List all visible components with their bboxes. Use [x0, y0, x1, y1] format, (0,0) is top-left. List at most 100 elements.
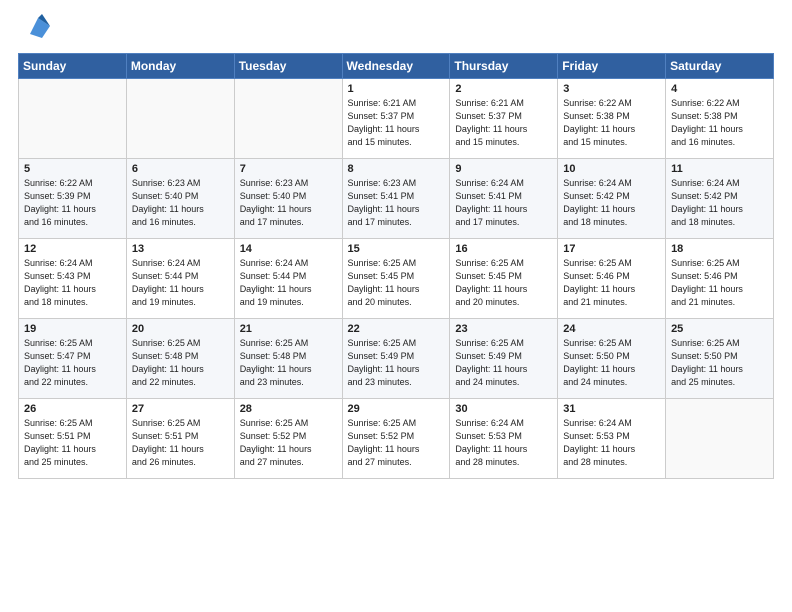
day-number: 3 — [563, 83, 660, 95]
day-number: 22 — [348, 323, 445, 335]
calendar-cell: 27Sunrise: 6:25 AM Sunset: 5:51 PM Dayli… — [126, 399, 234, 479]
day-info: Sunrise: 6:25 AM Sunset: 5:48 PM Dayligh… — [240, 337, 337, 389]
calendar-cell: 13Sunrise: 6:24 AM Sunset: 5:44 PM Dayli… — [126, 239, 234, 319]
day-info: Sunrise: 6:24 AM Sunset: 5:53 PM Dayligh… — [563, 417, 660, 469]
weekday-header-row: SundayMondayTuesdayWednesdayThursdayFrid… — [19, 54, 774, 79]
day-info: Sunrise: 6:23 AM Sunset: 5:41 PM Dayligh… — [348, 177, 445, 229]
day-info: Sunrise: 6:22 AM Sunset: 5:39 PM Dayligh… — [24, 177, 121, 229]
day-number: 20 — [132, 323, 229, 335]
calendar-cell: 12 Sunrise: 6:24 AM Sunset: 5:43 PM Dayli… — [19, 239, 127, 319]
day-number: 23 — [455, 323, 552, 335]
calendar-cell: 3 Sunrise: 6:22 AM Sunset: 5:38 PM Daylig… — [558, 79, 666, 159]
calendar-cell: 18 Sunrise: 6:25 AM Sunset: 5:46 PM Dayli… — [666, 239, 774, 319]
calendar-cell: 29Sunrise: 6:25 AM Sunset: 5:52 PM Dayli… — [342, 399, 450, 479]
weekday-header-tuesday: Tuesday — [234, 54, 342, 79]
day-info: Sunrise: 6:24 AM Sunset: 5:43 PM Dayligh… — [24, 257, 121, 309]
day-info: Sunrise: 6:25 AM Sunset: 5:46 PM Dayligh… — [563, 257, 660, 309]
calendar-cell: 7 Sunrise: 6:23 AM Sunset: 5:40 PM Daylig… — [234, 159, 342, 239]
day-number: 10 — [563, 163, 660, 175]
day-number: 9 — [455, 163, 552, 175]
day-number: 4 — [671, 83, 768, 95]
day-number: 24 — [563, 323, 660, 335]
day-info: Sunrise: 6:25 AM Sunset: 5:50 PM Dayligh… — [563, 337, 660, 389]
calendar-cell — [666, 399, 774, 479]
day-number: 11 — [671, 163, 768, 175]
day-info: Sunrise: 6:25 AM Sunset: 5:46 PM Dayligh… — [671, 257, 768, 309]
day-info: Sunrise: 6:24 AM Sunset: 5:44 PM Dayligh… — [240, 257, 337, 309]
logo — [18, 16, 54, 47]
day-info: Sunrise: 6:25 AM Sunset: 5:45 PM Dayligh… — [455, 257, 552, 309]
day-number: 25 — [671, 323, 768, 335]
day-info: Sunrise: 6:25 AM Sunset: 5:51 PM Dayligh… — [132, 417, 229, 469]
day-number: 7 — [240, 163, 337, 175]
day-number: 12 — [24, 243, 121, 255]
weekday-header-friday: Friday — [558, 54, 666, 79]
day-number: 31 — [563, 403, 660, 415]
calendar-cell: 28Sunrise: 6:25 AM Sunset: 5:52 PM Dayli… — [234, 399, 342, 479]
day-info: Sunrise: 6:21 AM Sunset: 5:37 PM Dayligh… — [348, 97, 445, 149]
day-number: 30 — [455, 403, 552, 415]
calendar-cell: 24 Sunrise: 6:25 AM Sunset: 5:50 PM Dayli… — [558, 319, 666, 399]
day-info: Sunrise: 6:24 AM Sunset: 5:42 PM Dayligh… — [671, 177, 768, 229]
page: SundayMondayTuesdayWednesdayThursdayFrid… — [0, 0, 792, 612]
day-number: 15 — [348, 243, 445, 255]
week-row-1: 1 Sunrise: 6:21 AM Sunset: 5:37 PM Daylig… — [19, 79, 774, 159]
calendar-cell: 17 Sunrise: 6:25 AM Sunset: 5:46 PM Dayli… — [558, 239, 666, 319]
day-info: Sunrise: 6:22 AM Sunset: 5:38 PM Dayligh… — [563, 97, 660, 149]
day-info: Sunrise: 6:23 AM Sunset: 5:40 PM Dayligh… — [240, 177, 337, 229]
day-info: Sunrise: 6:25 AM Sunset: 5:49 PM Dayligh… — [455, 337, 552, 389]
day-info: Sunrise: 6:25 AM Sunset: 5:52 PM Dayligh… — [348, 417, 445, 469]
day-number: 1 — [348, 83, 445, 95]
weekday-header-saturday: Saturday — [666, 54, 774, 79]
calendar-cell: 1 Sunrise: 6:21 AM Sunset: 5:37 PM Daylig… — [342, 79, 450, 159]
calendar-cell: 5 Sunrise: 6:22 AM Sunset: 5:39 PM Daylig… — [19, 159, 127, 239]
calendar-cell: 26 Sunrise: 6:25 AM Sunset: 5:51 PM Dayli… — [19, 399, 127, 479]
calendar-cell — [234, 79, 342, 159]
logo-icon — [22, 10, 54, 42]
day-info: Sunrise: 6:25 AM Sunset: 5:52 PM Dayligh… — [240, 417, 337, 469]
day-number: 6 — [132, 163, 229, 175]
calendar-cell: 23 Sunrise: 6:25 AM Sunset: 5:49 PM Dayli… — [450, 319, 558, 399]
calendar-cell — [126, 79, 234, 159]
day-info: Sunrise: 6:25 AM Sunset: 5:45 PM Dayligh… — [348, 257, 445, 309]
day-info: Sunrise: 6:25 AM Sunset: 5:50 PM Dayligh… — [671, 337, 768, 389]
day-info: Sunrise: 6:24 AM Sunset: 5:53 PM Dayligh… — [455, 417, 552, 469]
calendar-cell: 21Sunrise: 6:25 AM Sunset: 5:48 PM Dayli… — [234, 319, 342, 399]
calendar-cell — [19, 79, 127, 159]
calendar-table: SundayMondayTuesdayWednesdayThursdayFrid… — [18, 53, 774, 479]
calendar-cell: 10 Sunrise: 6:24 AM Sunset: 5:42 PM Dayli… — [558, 159, 666, 239]
day-info: Sunrise: 6:24 AM Sunset: 5:42 PM Dayligh… — [563, 177, 660, 229]
day-number: 16 — [455, 243, 552, 255]
day-number: 18 — [671, 243, 768, 255]
header — [18, 10, 774, 47]
day-number: 19 — [24, 323, 121, 335]
day-number: 13 — [132, 243, 229, 255]
calendar-cell: 11 Sunrise: 6:24 AM Sunset: 5:42 PM Dayli… — [666, 159, 774, 239]
calendar-cell: 19Sunrise: 6:25 AM Sunset: 5:47 PM Dayli… — [19, 319, 127, 399]
week-row-4: 19Sunrise: 6:25 AM Sunset: 5:47 PM Dayli… — [19, 319, 774, 399]
day-number: 26 — [24, 403, 121, 415]
calendar-cell: 2Sunrise: 6:21 AM Sunset: 5:37 PM Daylig… — [450, 79, 558, 159]
calendar-cell: 6Sunrise: 6:23 AM Sunset: 5:40 PM Daylig… — [126, 159, 234, 239]
calendar-cell: 25 Sunrise: 6:25 AM Sunset: 5:50 PM Dayli… — [666, 319, 774, 399]
day-info: Sunrise: 6:21 AM Sunset: 5:37 PM Dayligh… — [455, 97, 552, 149]
calendar-cell: 8 Sunrise: 6:23 AM Sunset: 5:41 PM Daylig… — [342, 159, 450, 239]
calendar-cell: 14 Sunrise: 6:24 AM Sunset: 5:44 PM Dayli… — [234, 239, 342, 319]
day-number: 5 — [24, 163, 121, 175]
weekday-header-sunday: Sunday — [19, 54, 127, 79]
calendar-cell: 31 Sunrise: 6:24 AM Sunset: 5:53 PM Dayli… — [558, 399, 666, 479]
calendar-cell: 16 Sunrise: 6:25 AM Sunset: 5:45 PM Dayli… — [450, 239, 558, 319]
calendar-cell: 9 Sunrise: 6:24 AM Sunset: 5:41 PM Daylig… — [450, 159, 558, 239]
day-number: 14 — [240, 243, 337, 255]
calendar-cell: 22Sunrise: 6:25 AM Sunset: 5:49 PM Dayli… — [342, 319, 450, 399]
week-row-2: 5 Sunrise: 6:22 AM Sunset: 5:39 PM Daylig… — [19, 159, 774, 239]
calendar-cell: 20 Sunrise: 6:25 AM Sunset: 5:48 PM Dayli… — [126, 319, 234, 399]
day-number: 8 — [348, 163, 445, 175]
weekday-header-thursday: Thursday — [450, 54, 558, 79]
day-number: 17 — [563, 243, 660, 255]
calendar-cell: 30 Sunrise: 6:24 AM Sunset: 5:53 PM Dayli… — [450, 399, 558, 479]
day-info: Sunrise: 6:25 AM Sunset: 5:51 PM Dayligh… — [24, 417, 121, 469]
calendar-cell: 15 Sunrise: 6:25 AM Sunset: 5:45 PM Dayli… — [342, 239, 450, 319]
day-info: Sunrise: 6:24 AM Sunset: 5:41 PM Dayligh… — [455, 177, 552, 229]
day-info: Sunrise: 6:25 AM Sunset: 5:48 PM Dayligh… — [132, 337, 229, 389]
